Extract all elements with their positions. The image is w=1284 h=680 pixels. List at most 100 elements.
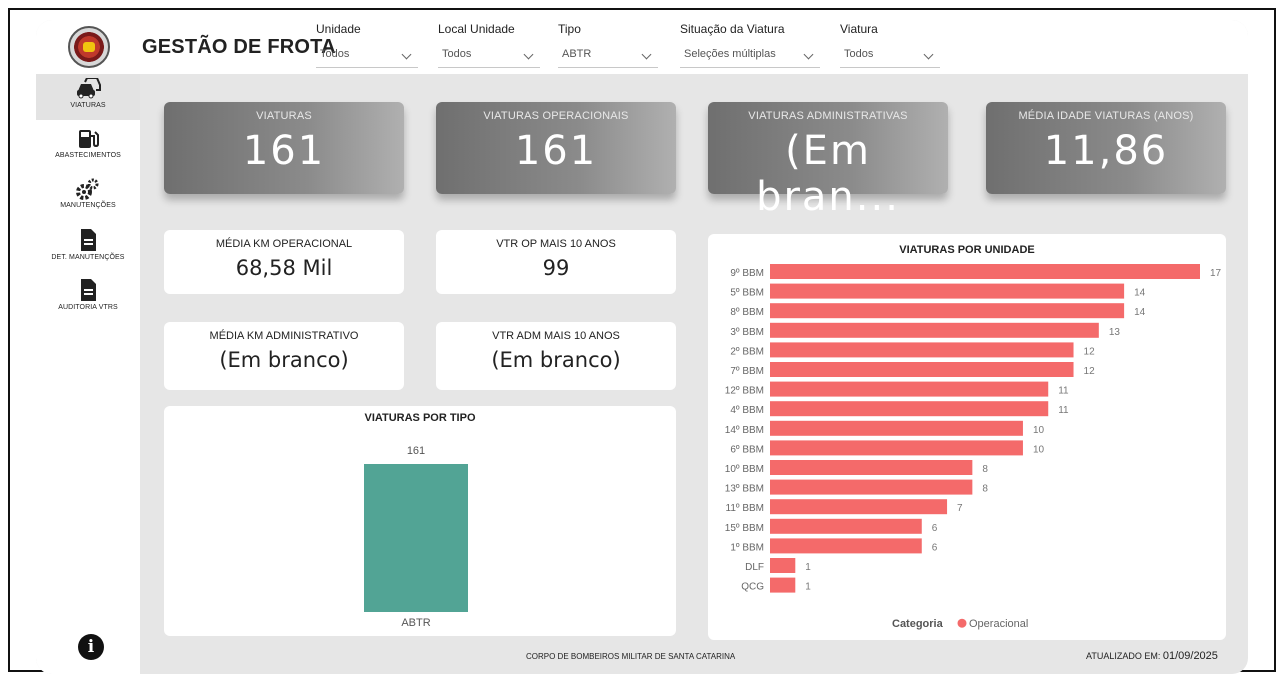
filter-dropdown[interactable]: Seleções múltiplas xyxy=(680,44,820,68)
card-value: (Em branco) xyxy=(219,348,349,372)
kpi-card-viaturas-administrativas: VIATURAS ADMINISTRATIVAS (Em bran... xyxy=(708,102,948,220)
filter-value: Todos xyxy=(320,48,350,60)
category-label: DLF xyxy=(745,562,764,573)
legend-title: Categoria xyxy=(892,618,944,630)
bar-8º BBM xyxy=(770,303,1125,319)
bar-5º BBM xyxy=(770,283,1125,299)
category-label: QCG xyxy=(741,582,764,593)
bar-10º BBM xyxy=(770,460,973,475)
card-value: (Em branco) xyxy=(491,348,621,372)
kpi-value: (Em bran... xyxy=(756,128,900,220)
sidebar-item-abastecimentos[interactable]: ABASTECIMENTOS xyxy=(36,124,140,170)
bar-6º BBM xyxy=(770,440,1023,456)
chart-viaturas-por-unidade: 9º BBM 175º BBM 148º BBM 143º BBM 132º BBM 12… xyxy=(725,264,1222,630)
card-label: VTR ADM MAIS 10 ANOS xyxy=(492,330,620,342)
legend-marker xyxy=(957,618,967,628)
card-value: 99 xyxy=(542,256,570,280)
filter-situacao-viatura[interactable]: Situação da Viatura Seleções múltiplas xyxy=(680,22,820,68)
filter-label: Local Unidade xyxy=(438,22,515,36)
chevron-down-icon xyxy=(401,49,412,60)
info-icon[interactable]: i xyxy=(78,634,104,660)
kpi-label: VIATURAS ADMINISTRATIVAS xyxy=(748,110,908,122)
chevron-down-icon xyxy=(923,49,934,60)
data-label: 14 xyxy=(1134,288,1146,299)
category-label: 11º BBM xyxy=(726,503,764,514)
kpi-value: 161 xyxy=(242,128,326,174)
filter-unidade[interactable]: Unidade Todos xyxy=(316,22,418,68)
data-label: 1 xyxy=(805,562,811,573)
bar-14º BBM xyxy=(770,420,1023,436)
data-label: 10 xyxy=(1033,425,1045,436)
category-label: 3º BBM xyxy=(730,327,764,338)
category-label: 5º BBM xyxy=(730,288,764,299)
filter-label: Viatura xyxy=(840,22,878,36)
bar-DLF xyxy=(770,558,796,573)
page-title: GESTÃO DE FROTA xyxy=(142,36,336,58)
bar-9º BBM xyxy=(770,264,1200,279)
bar-15º BBM xyxy=(770,518,922,534)
bar-3º BBM xyxy=(770,322,1099,338)
data-label: 161 xyxy=(407,445,425,457)
footer-updated: ATUALIZADO EM: 01/09/2025 xyxy=(1086,650,1218,662)
bar-11º BBM xyxy=(770,499,948,515)
filter-dropdown[interactable]: Todos xyxy=(840,44,940,68)
bar-2º BBM xyxy=(770,342,1074,358)
category-label: 2º BBM xyxy=(730,346,764,357)
chevron-down-icon xyxy=(641,49,652,60)
sidebar-item-det-manutencoes[interactable]: DET. MANUTENÇÕES xyxy=(36,224,140,270)
chart-viaturas-por-tipo: 161 ABTR xyxy=(364,445,468,629)
filter-label: Tipo xyxy=(558,22,581,36)
dashboard: GESTÃO DE FROTA Unidade Todos Local Unid… xyxy=(36,20,1248,674)
sidebar-item-manutencoes[interactable]: MANUTENÇÕES xyxy=(36,174,140,220)
filter-label: Unidade xyxy=(316,22,361,36)
category-label: 8º BBM xyxy=(730,307,764,318)
category-label: 9º BBM xyxy=(730,268,764,279)
fuel-icon xyxy=(79,130,99,148)
chevron-down-icon xyxy=(803,49,814,60)
filter-value: ABTR xyxy=(562,48,592,60)
data-label: 7 xyxy=(957,503,963,514)
bar-ABTR xyxy=(364,464,468,612)
card-media-km-administrativo: MÉDIA KM ADMINISTRATIVO (Em branco) xyxy=(164,322,404,390)
data-label: 17 xyxy=(1210,268,1222,279)
card-value: 68,58 Mil xyxy=(235,256,333,280)
data-label: 12 xyxy=(1084,346,1096,357)
kpi-card-viaturas: VIATURAS 161 xyxy=(164,102,404,194)
sidebar-item-auditoria-vtrs[interactable]: AUDITORIA VTRS xyxy=(36,274,140,320)
kpi-label: VIATURAS xyxy=(256,110,312,122)
sidebar-item-label: MANUTENÇÕES xyxy=(60,202,116,209)
filter-dropdown[interactable]: Todos xyxy=(316,44,418,68)
filter-dropdown[interactable]: Todos xyxy=(438,44,540,68)
fire-department-logo xyxy=(68,26,110,68)
chart-title: VIATURAS POR TIPO xyxy=(364,412,476,424)
category-label: 14º BBM xyxy=(725,425,764,436)
updated-label: ATUALIZADO EM: xyxy=(1086,651,1161,661)
chart-panel-viaturas-por-tipo: VIATURAS POR TIPO 161 ABTR xyxy=(164,406,676,636)
data-label: 11 xyxy=(1058,386,1069,397)
car-icon xyxy=(77,78,101,99)
sidebar-item-viaturas[interactable]: VIATURAS xyxy=(36,74,140,120)
filter-viatura[interactable]: Viatura Todos xyxy=(840,22,940,68)
kpi-card-media-idade: MÉDIA IDADE VIATURAS (ANOS) 11,86 xyxy=(986,102,1226,194)
chart-title: VIATURAS POR UNIDADE xyxy=(899,244,1035,256)
filter-value: Todos xyxy=(844,48,874,60)
filter-value: Seleções múltiplas xyxy=(684,48,776,60)
bar-QCG xyxy=(770,577,796,593)
category-label: 12º BBM xyxy=(725,386,764,397)
filter-dropdown[interactable]: ABTR xyxy=(558,44,658,68)
filter-local-unidade[interactable]: Local Unidade Todos xyxy=(438,22,540,68)
category-label: 4º BBM xyxy=(730,405,764,416)
chart-panel-viaturas-por-unidade: VIATURAS POR UNIDADE 9º BBM 17 5º BBM 14 8º … xyxy=(708,234,1226,640)
bar-1º BBM xyxy=(770,538,922,554)
sidebar-item-label: AUDITORIA VTRS xyxy=(58,304,118,311)
data-label: 1 xyxy=(805,582,811,593)
filter-label: Situação da Viatura xyxy=(680,22,785,36)
updated-date: 01/09/2025 xyxy=(1162,650,1218,662)
category-label: 15º BBM xyxy=(725,523,764,534)
bar-7º BBM xyxy=(770,362,1074,377)
legend-entry: Operacional xyxy=(969,618,1028,630)
filter-tipo[interactable]: Tipo ABTR xyxy=(558,22,658,68)
category-label: 1º BBM xyxy=(730,542,764,553)
category-label: 6º BBM xyxy=(730,444,764,455)
data-label: 6 xyxy=(932,523,938,534)
